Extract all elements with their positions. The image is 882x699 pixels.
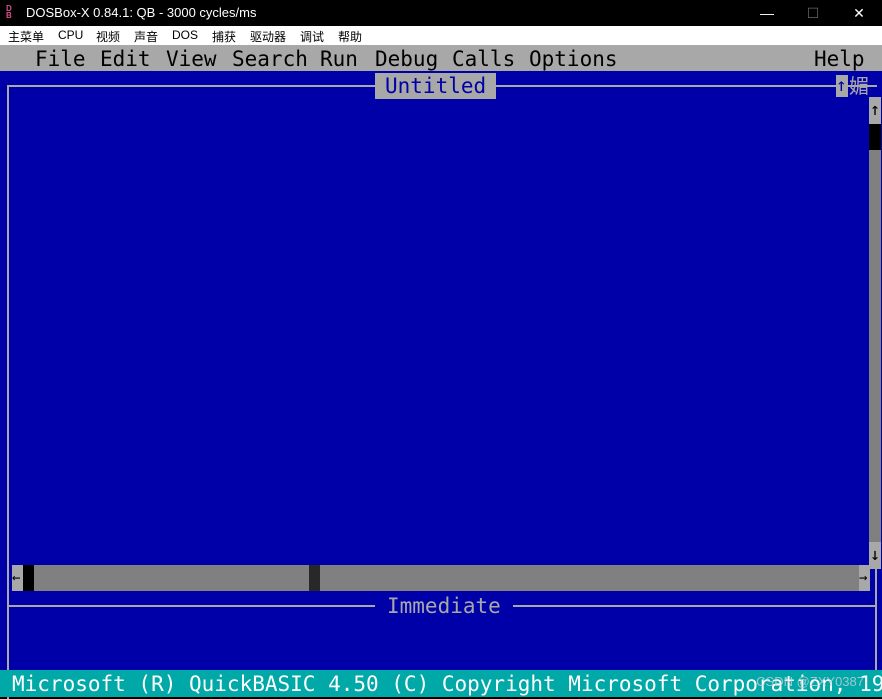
scroll-down-arrow[interactable]: ↓ [869, 542, 881, 569]
host-menu-video[interactable]: 视频 [96, 28, 120, 45]
host-menu-dos[interactable]: DOS [172, 28, 198, 42]
minimize-button[interactable]: — [744, 0, 790, 26]
right-frame-line [875, 569, 877, 670]
status-bar: Microsoft (R) QuickBASIC 4.50 (C) Copyri… [0, 670, 882, 697]
qb-menu-search[interactable]: Search [232, 45, 308, 73]
qb-menu-calls[interactable]: Calls [452, 45, 515, 73]
horizontal-scrollbar[interactable]: ← → [12, 565, 870, 591]
status-text: Microsoft (R) QuickBASIC 4.50 (C) Copyri… [12, 672, 882, 696]
vertical-scrollbar[interactable]: ↑ ↓ [869, 97, 881, 569]
host-menu-sound[interactable]: 声音 [134, 28, 158, 45]
dosbox-logo-icon: DB [6, 4, 12, 20]
horizontal-scroll-marker [309, 565, 320, 591]
maximize-button[interactable]: ☐ [790, 0, 836, 26]
host-menu-main[interactable]: 主菜单 [8, 28, 44, 45]
window-titlebar: DB DOSBox-X 0.84.1: QB - 3000 cycles/ms … [0, 0, 882, 26]
host-menubar: 主菜单 CPU 视频 声音 DOS 捕获 驱动器 调试 帮助 [0, 26, 882, 45]
immediate-window[interactable] [9, 608, 875, 670]
qb-menu-edit[interactable]: Edit [100, 45, 151, 73]
editor-text-area[interactable] [9, 87, 869, 562]
qb-menu-debug[interactable]: Debug [375, 45, 438, 73]
host-menu-debug[interactable]: 调试 [300, 28, 324, 45]
scroll-left-arrow[interactable]: ← [12, 565, 23, 591]
qb-menu-file[interactable]: File [35, 45, 86, 73]
qb-menu-view[interactable]: View [166, 45, 217, 73]
qb-menu-run[interactable]: Run [320, 45, 358, 73]
window-title: DOSBox-X 0.84.1: QB - 3000 cycles/ms [26, 5, 257, 20]
watermark: CSDN @ZXY0387 [756, 674, 864, 689]
qb-menubar: File Edit View Search Run Debug Calls Op… [0, 45, 882, 71]
host-menu-help[interactable]: 帮助 [338, 28, 362, 45]
host-menu-cpu[interactable]: CPU [58, 28, 83, 42]
qb-menu-options[interactable]: Options [529, 45, 618, 73]
vertical-scroll-thumb[interactable] [869, 124, 881, 150]
dos-screen: File Edit View Search Run Debug Calls Op… [0, 45, 882, 699]
scroll-right-arrow[interactable]: → [859, 565, 870, 591]
horizontal-scroll-thumb[interactable] [23, 565, 34, 591]
qb-menu-help[interactable]: Help [814, 45, 865, 73]
host-menu-capture[interactable]: 捕获 [212, 28, 236, 45]
close-button[interactable]: ✕ [836, 0, 882, 26]
scroll-up-arrow[interactable]: ↑ [869, 97, 881, 124]
host-menu-drive[interactable]: 驱动器 [250, 28, 286, 45]
